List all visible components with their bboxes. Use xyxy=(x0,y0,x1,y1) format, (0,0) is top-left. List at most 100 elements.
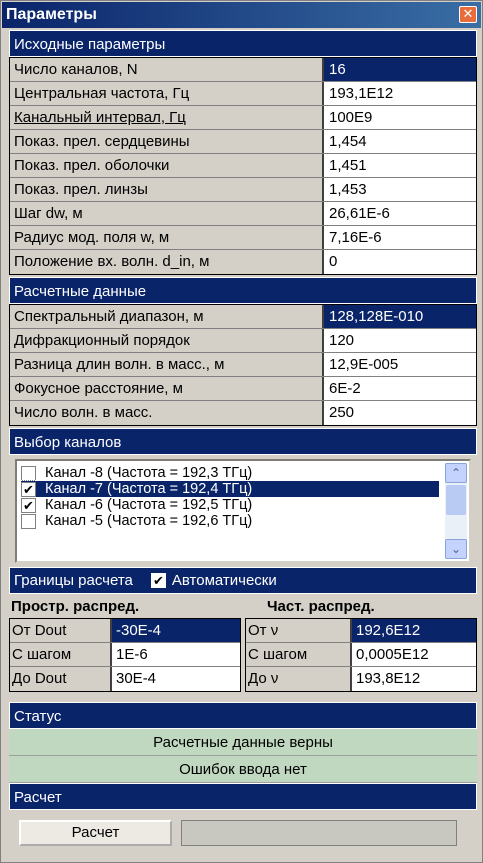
param-label: Радиус мод. поля w, м xyxy=(10,226,324,249)
calc-area: Расчет xyxy=(9,810,477,854)
status-message: Ошибок ввода нет xyxy=(9,756,477,783)
channel-listbox[interactable]: Канал -8 (Частота = 192,3 ТГц) ✔ Канал -… xyxy=(15,459,471,563)
param-row-cladding-index[interactable]: Показ. прел. оболочки 1,451 xyxy=(10,154,476,178)
computed-label: Спектральный диапазон, м xyxy=(10,305,324,328)
spatial-value[interactable]: 1E-6 xyxy=(112,643,240,666)
computed-value[interactable]: 12,9E-005 xyxy=(324,353,476,376)
param-value[interactable]: 1,453 xyxy=(324,178,476,201)
param-label: Число каналов, N xyxy=(10,58,324,81)
spatial-value[interactable]: -30E-4 xyxy=(112,619,240,642)
title-bar[interactable]: Параметры ✕ xyxy=(2,2,481,28)
frequency-label: От ν xyxy=(246,619,352,642)
status-header: Статус xyxy=(9,702,477,729)
frequency-label: С шагом xyxy=(246,643,352,666)
channel-item[interactable]: ✔ Канал -6 (Частота = 192,5 ТГц) xyxy=(21,497,439,513)
channel-item-label: Канал -8 (Частота = 192,3 ТГц) xyxy=(45,465,253,481)
frequency-grid: От ν 192,6E12 С шагом 0,0005E12 До ν 193… xyxy=(245,618,477,692)
param-row-core-index[interactable]: Показ. прел. сердцевины 1,454 xyxy=(10,130,476,154)
computed-label: Дифракционный порядок xyxy=(10,329,324,352)
bounds-header: Границы расчета ✔ Автоматически xyxy=(9,567,477,594)
window-title: Параметры xyxy=(6,6,97,23)
param-row-channel-count[interactable]: Число каналов, N 16 xyxy=(10,58,476,82)
frequency-row-step[interactable]: С шагом 0,0005E12 xyxy=(246,643,476,667)
bounds-title: Границы расчета xyxy=(14,572,133,589)
bounds-grids: От Dout -30E-4 С шагом 1E-6 До Dout 30E-… xyxy=(9,618,477,692)
frequency-row-from[interactable]: От ν 192,6E12 xyxy=(246,619,476,643)
frequency-row-to[interactable]: До ν 193,8E12 xyxy=(246,667,476,691)
checkbox-checked-icon[interactable]: ✔ xyxy=(21,497,36,513)
channel-item[interactable]: Канал -5 (Частота = 192,6 ТГц) xyxy=(21,513,439,529)
param-value[interactable]: 100E9 xyxy=(324,106,476,129)
calc-header: Расчет xyxy=(9,783,477,810)
computed-label: Разница длин волн. в масс., м xyxy=(10,353,324,376)
checkbox-checked-icon[interactable]: ✔ xyxy=(21,481,36,497)
parameters-panel: Исходные параметры Число каналов, N 16 Ц… xyxy=(9,30,477,854)
frequency-label: До ν xyxy=(246,667,352,691)
param-label: Канальный интервал, Гц xyxy=(10,106,324,129)
param-value[interactable]: 26,61E-6 xyxy=(324,202,476,225)
spatial-title: Простр. распред. xyxy=(11,598,140,615)
param-value[interactable]: 7,16E-6 xyxy=(324,226,476,249)
computed-row-diffraction-order[interactable]: Дифракционный порядок 120 xyxy=(10,329,476,353)
param-row-channel-spacing[interactable]: Канальный интервал, Гц 100E9 xyxy=(10,106,476,130)
computed-value[interactable]: 128,128E-010 xyxy=(324,305,476,328)
spatial-row-to[interactable]: До Dout 30E-4 xyxy=(10,667,240,691)
param-row-step-dw[interactable]: Шаг dw, м 26,61E-6 xyxy=(10,202,476,226)
auto-checkbox-label[interactable]: Автоматически xyxy=(172,567,277,594)
computed-label: Фокусное расстояние, м xyxy=(10,377,324,400)
spatial-row-step[interactable]: С шагом 1E-6 xyxy=(10,643,240,667)
frequency-value[interactable]: 0,0005E12 xyxy=(352,643,476,666)
computed-value[interactable]: 6E-2 xyxy=(324,377,476,400)
param-label: Центральная частота, Гц xyxy=(10,82,324,105)
checkbox-icon[interactable] xyxy=(21,513,36,529)
computed-row-waveguide-length-difference[interactable]: Разница длин волн. в масс., м 12,9E-005 xyxy=(10,353,476,377)
channel-scrollbar[interactable]: ⌃ ⌄ xyxy=(445,463,467,559)
param-label: Положение вх. волн. d_in, м xyxy=(10,250,324,274)
param-label: Показ. прел. сердцевины xyxy=(10,130,324,153)
frequency-title: Част. распред. xyxy=(267,598,375,615)
param-value[interactable]: 1,451 xyxy=(324,154,476,177)
param-row-lens-index[interactable]: Показ. прел. линзы 1,453 xyxy=(10,178,476,202)
frequency-value[interactable]: 192,6E12 xyxy=(352,619,476,642)
spatial-grid: От Dout -30E-4 С шагом 1E-6 До Dout 30E-… xyxy=(9,618,241,692)
param-row-input-waveguide-position[interactable]: Положение вх. волн. d_in, м 0 xyxy=(10,250,476,274)
computed-data-header: Расчетные данные xyxy=(9,277,477,304)
status-message: Расчетные данные верны xyxy=(9,729,477,756)
bounds-subtitles: Простр. распред. Част. распред. xyxy=(9,594,477,618)
auto-checkbox-icon[interactable]: ✔ xyxy=(150,573,166,588)
param-label: Показ. прел. оболочки xyxy=(10,154,324,177)
spatial-row-from[interactable]: От Dout -30E-4 xyxy=(10,619,240,643)
channel-list-container: Канал -8 (Частота = 192,3 ТГц) ✔ Канал -… xyxy=(9,455,477,567)
computed-value[interactable]: 120 xyxy=(324,329,476,352)
scroll-down-icon[interactable]: ⌄ xyxy=(445,539,467,559)
frequency-value[interactable]: 193,8E12 xyxy=(352,667,476,691)
spatial-label: От Dout xyxy=(10,619,112,642)
initial-params-grid: Число каналов, N 16 Центральная частота,… xyxy=(9,57,477,275)
spatial-value[interactable]: 30E-4 xyxy=(112,667,240,691)
checkbox-icon[interactable] xyxy=(21,465,36,481)
channel-item[interactable]: Канал -8 (Частота = 192,3 ТГц) xyxy=(21,465,439,481)
param-value[interactable]: 0 xyxy=(324,250,476,274)
close-icon[interactable]: ✕ xyxy=(459,6,477,23)
scroll-thumb[interactable] xyxy=(446,485,466,515)
param-value[interactable]: 193,1E12 xyxy=(324,82,476,105)
calculate-button[interactable]: Расчет xyxy=(19,820,172,846)
param-value[interactable]: 16 xyxy=(324,58,476,81)
computed-data-grid: Спектральный диапазон, м 128,128E-010 Ди… xyxy=(9,304,477,426)
param-value[interactable]: 1,454 xyxy=(324,130,476,153)
computed-value[interactable]: 250 xyxy=(324,401,476,425)
scroll-up-icon[interactable]: ⌃ xyxy=(445,463,467,483)
channel-item[interactable]: ✔ Канал -7 (Частота = 192,4 ТГц) xyxy=(20,480,440,498)
channel-item-label: Канал -7 (Частота = 192,4 ТГц) xyxy=(45,481,253,497)
computed-row-waveguide-count[interactable]: Число волн. в масс. 250 xyxy=(10,401,476,425)
param-row-center-frequency[interactable]: Центральная частота, Гц 193,1E12 xyxy=(10,82,476,106)
progress-bar xyxy=(181,820,457,846)
param-label: Показ. прел. линзы xyxy=(10,178,324,201)
computed-row-focal-length[interactable]: Фокусное расстояние, м 6E-2 xyxy=(10,377,476,401)
param-label: Шаг dw, м xyxy=(10,202,324,225)
computed-row-spectral-range[interactable]: Спектральный диапазон, м 128,128E-010 xyxy=(10,305,476,329)
spatial-label: До Dout xyxy=(10,667,112,691)
channel-item-label: Канал -6 (Частота = 192,5 ТГц) xyxy=(45,497,253,513)
param-row-mode-field-radius[interactable]: Радиус мод. поля w, м 7,16E-6 xyxy=(10,226,476,250)
spatial-label: С шагом xyxy=(10,643,112,666)
